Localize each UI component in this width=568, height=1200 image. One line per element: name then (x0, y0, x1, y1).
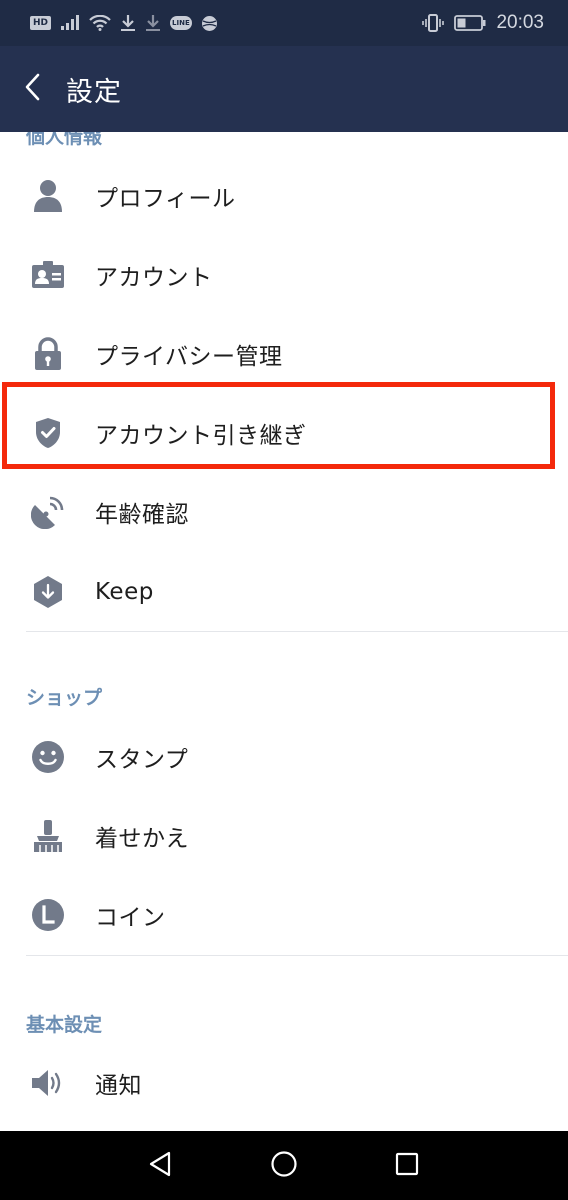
hd-icon: HD (30, 16, 52, 30)
back-button[interactable] (0, 46, 64, 132)
menu-item-label: 通知 (95, 1073, 142, 1099)
speaker-icon (26, 1067, 70, 1099)
lock-icon (26, 337, 70, 371)
menu-item-label: Keep (95, 579, 154, 605)
id-card-icon (26, 261, 70, 289)
keep-download-icon (26, 575, 70, 609)
page-title: 設定 (66, 76, 122, 108)
menu-item-coins[interactable]: コイン (0, 876, 568, 954)
smiley-icon (26, 740, 70, 774)
menu-item-profile[interactable]: プロフィール (0, 157, 568, 235)
menu-item-label: 年齢確認 (95, 502, 189, 528)
menu-item-themes[interactable]: 着せかえ (0, 797, 568, 875)
menu-item-notifications[interactable]: 通知 (0, 1044, 568, 1122)
menu-item-account[interactable]: アカウント (0, 236, 568, 314)
sports-ball-icon (201, 15, 218, 32)
chevron-left-icon (23, 72, 41, 106)
download-icon (120, 14, 136, 32)
menu-item-account-transfer[interactable]: アカウント引き継ぎ (0, 394, 568, 472)
recents-square-icon (394, 1151, 420, 1181)
back-triangle-icon (148, 1151, 174, 1181)
menu-item-age-verification[interactable]: 年齢確認 (0, 473, 568, 551)
menu-item-label: プロフィール (95, 186, 236, 212)
menu-item-label: アカウント (95, 265, 213, 291)
menu-item-label: プライバシー管理 (95, 344, 283, 370)
menu-item-label: アカウント引き継ぎ (95, 423, 307, 449)
section-divider (26, 955, 568, 956)
section-title-personal: 個人情報 (26, 132, 103, 148)
signal-icon (60, 15, 80, 31)
menu-item-label: 着せかえ (95, 826, 189, 852)
system-nav-bar (0, 1131, 568, 1200)
menu-item-label: コイン (95, 905, 166, 931)
download-icon (145, 14, 161, 32)
menu-item-label: スタンプ (95, 747, 189, 773)
settings-list[interactable]: 個人情報 プロフィール アカウント プライバシー管理 アカウント引き継ぎ 年齢確… (0, 132, 568, 1131)
home-circle-icon (270, 1150, 298, 1182)
nav-back-button[interactable] (133, 1138, 189, 1194)
menu-item-stamps[interactable]: スタンプ (0, 718, 568, 796)
wifi-icon (89, 15, 111, 31)
section-title-shop: ショップ (26, 687, 103, 709)
person-icon (26, 179, 70, 213)
coin-icon (26, 898, 70, 932)
line-notification-icon: LINE (170, 16, 192, 30)
battery-icon (454, 15, 486, 31)
clock: 20:03 (496, 12, 544, 33)
nav-recents-button[interactable] (379, 1138, 435, 1194)
shield-check-icon (26, 416, 70, 450)
vibrate-icon (422, 14, 445, 32)
menu-item-keep[interactable]: Keep (0, 553, 568, 631)
menu-item-privacy[interactable]: プライバシー管理 (0, 315, 568, 393)
section-divider (26, 631, 568, 632)
paint-brush-icon (26, 819, 70, 853)
app-header: 設定 (0, 46, 568, 132)
satellite-dish-icon (26, 495, 70, 529)
status-bar: HD LINE 20:03 (0, 0, 568, 46)
section-title-basic: 基本設定 (26, 1014, 103, 1036)
nav-home-button[interactable] (256, 1138, 312, 1194)
